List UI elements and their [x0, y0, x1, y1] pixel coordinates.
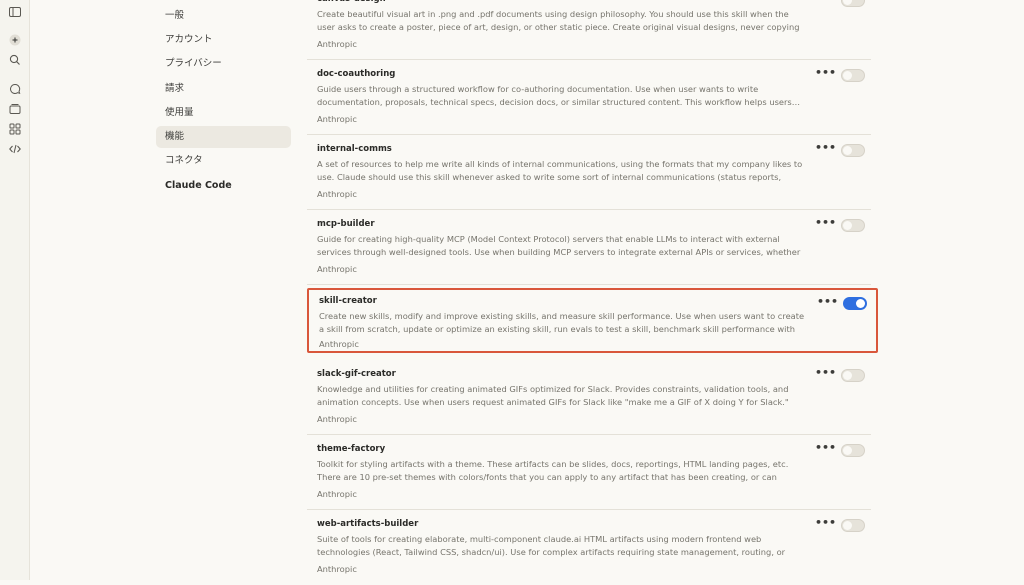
skill-toggle[interactable] — [843, 297, 867, 310]
projects-icon[interactable] — [8, 102, 22, 116]
skill-row-web-artifacts-builder: web-artifacts-builder Suite of tools for… — [307, 510, 871, 585]
skill-name: slack-gif-creator — [317, 369, 396, 379]
skill-description: A set of resources to help me write all … — [317, 159, 803, 182]
skills-list: canvas-design Create beautiful visual ar… — [307, 0, 878, 580]
skill-description: Guide for creating high-quality MCP (Mod… — [317, 234, 801, 257]
skill-description: Create beautiful visual art in .png and … — [317, 9, 800, 32]
skill-author: Anthropic — [317, 564, 357, 574]
nav-item-claude-code[interactable]: Claude Code — [156, 175, 291, 197]
code-icon[interactable] — [8, 142, 22, 156]
skill-author: Anthropic — [317, 114, 357, 124]
skill-toggle[interactable] — [841, 219, 865, 232]
skill-name: doc-coauthoring — [317, 69, 396, 79]
skill-author: Anthropic — [317, 189, 357, 199]
skill-author: Anthropic — [317, 264, 357, 274]
skill-name: mcp-builder — [317, 219, 375, 229]
nav-item-features[interactable]: 機能 — [156, 126, 291, 148]
skill-description: Toolkit for styling artifacts with a the… — [317, 459, 789, 482]
nav-item-account[interactable]: アカウント — [156, 29, 291, 51]
skill-toggle[interactable] — [841, 369, 865, 382]
icon-rail — [0, 0, 30, 580]
skill-toggle[interactable] — [841, 69, 865, 82]
more-options-icon[interactable]: ••• — [815, 517, 836, 531]
search-icon[interactable] — [8, 53, 22, 67]
toggle-knob — [843, 371, 852, 380]
skill-row-skill-creator: skill-creator Create new skills, modify … — [307, 288, 878, 353]
toggle-knob — [843, 221, 852, 230]
nav-item-privacy[interactable]: プライバシー — [156, 53, 291, 75]
skill-description: Knowledge and utilities for creating ani… — [317, 384, 789, 407]
nav-item-general[interactable]: 一般 — [156, 5, 291, 27]
skill-name: web-artifacts-builder — [317, 519, 419, 529]
divider — [307, 284, 871, 285]
skill-author: Anthropic — [317, 489, 357, 499]
skill-toggle[interactable] — [841, 144, 865, 157]
skill-description: Create new skills, modify and improve ex… — [319, 311, 805, 334]
skill-description: Guide users through a structured workflo… — [317, 84, 801, 107]
skill-toggle[interactable] — [841, 444, 865, 457]
more-options-icon[interactable]: ••• — [815, 67, 836, 81]
more-options-icon[interactable]: ••• — [815, 217, 836, 231]
nav-item-connectors[interactable]: コネクタ — [156, 150, 291, 172]
toggle-knob — [843, 71, 852, 80]
artifacts-icon[interactable] — [8, 122, 22, 136]
skill-row-doc-coauthoring: doc-coauthoring Guide users through a st… — [307, 60, 871, 135]
skill-name: internal-comms — [317, 144, 392, 154]
toggle-knob — [843, 521, 852, 530]
skill-author: Anthropic — [317, 414, 357, 424]
skill-toggle[interactable] — [841, 519, 865, 532]
toggle-knob — [843, 146, 852, 155]
skill-toggle[interactable] — [841, 0, 865, 7]
more-options-icon[interactable]: ••• — [815, 0, 836, 6]
more-options-icon[interactable]: ••• — [817, 296, 838, 310]
more-options-icon[interactable]: ••• — [815, 142, 836, 156]
skill-row-internal-comms: internal-comms A set of resources to hel… — [307, 135, 871, 210]
skill-description: Suite of tools for creating elaborate, m… — [317, 534, 786, 557]
skill-author: Anthropic — [319, 339, 359, 349]
skill-author: Anthropic — [317, 39, 357, 49]
chats-icon[interactable] — [8, 82, 22, 96]
skill-row-theme-factory: theme-factory Toolkit for styling artifa… — [307, 435, 871, 510]
toggle-knob — [843, 0, 852, 5]
skill-name: skill-creator — [319, 296, 377, 306]
new-chat-icon[interactable] — [8, 33, 22, 47]
toggle-knob — [856, 299, 865, 308]
more-options-icon[interactable]: ••• — [815, 367, 836, 381]
skill-name: canvas-design — [317, 0, 386, 4]
more-options-icon[interactable]: ••• — [815, 442, 836, 456]
skill-row-mcp-builder: mcp-builder Guide for creating high-qual… — [307, 210, 871, 285]
skill-name: theme-factory — [317, 444, 386, 454]
toggle-knob — [843, 446, 852, 455]
skill-row-canvas-design: canvas-design Create beautiful visual ar… — [307, 0, 871, 60]
nav-item-usage[interactable]: 使用量 — [156, 102, 291, 124]
nav-item-billing[interactable]: 請求 — [156, 78, 291, 100]
sidebar-toggle-icon[interactable] — [8, 5, 22, 19]
skill-row-slack-gif-creator: slack-gif-creator Knowledge and utilitie… — [307, 360, 871, 435]
